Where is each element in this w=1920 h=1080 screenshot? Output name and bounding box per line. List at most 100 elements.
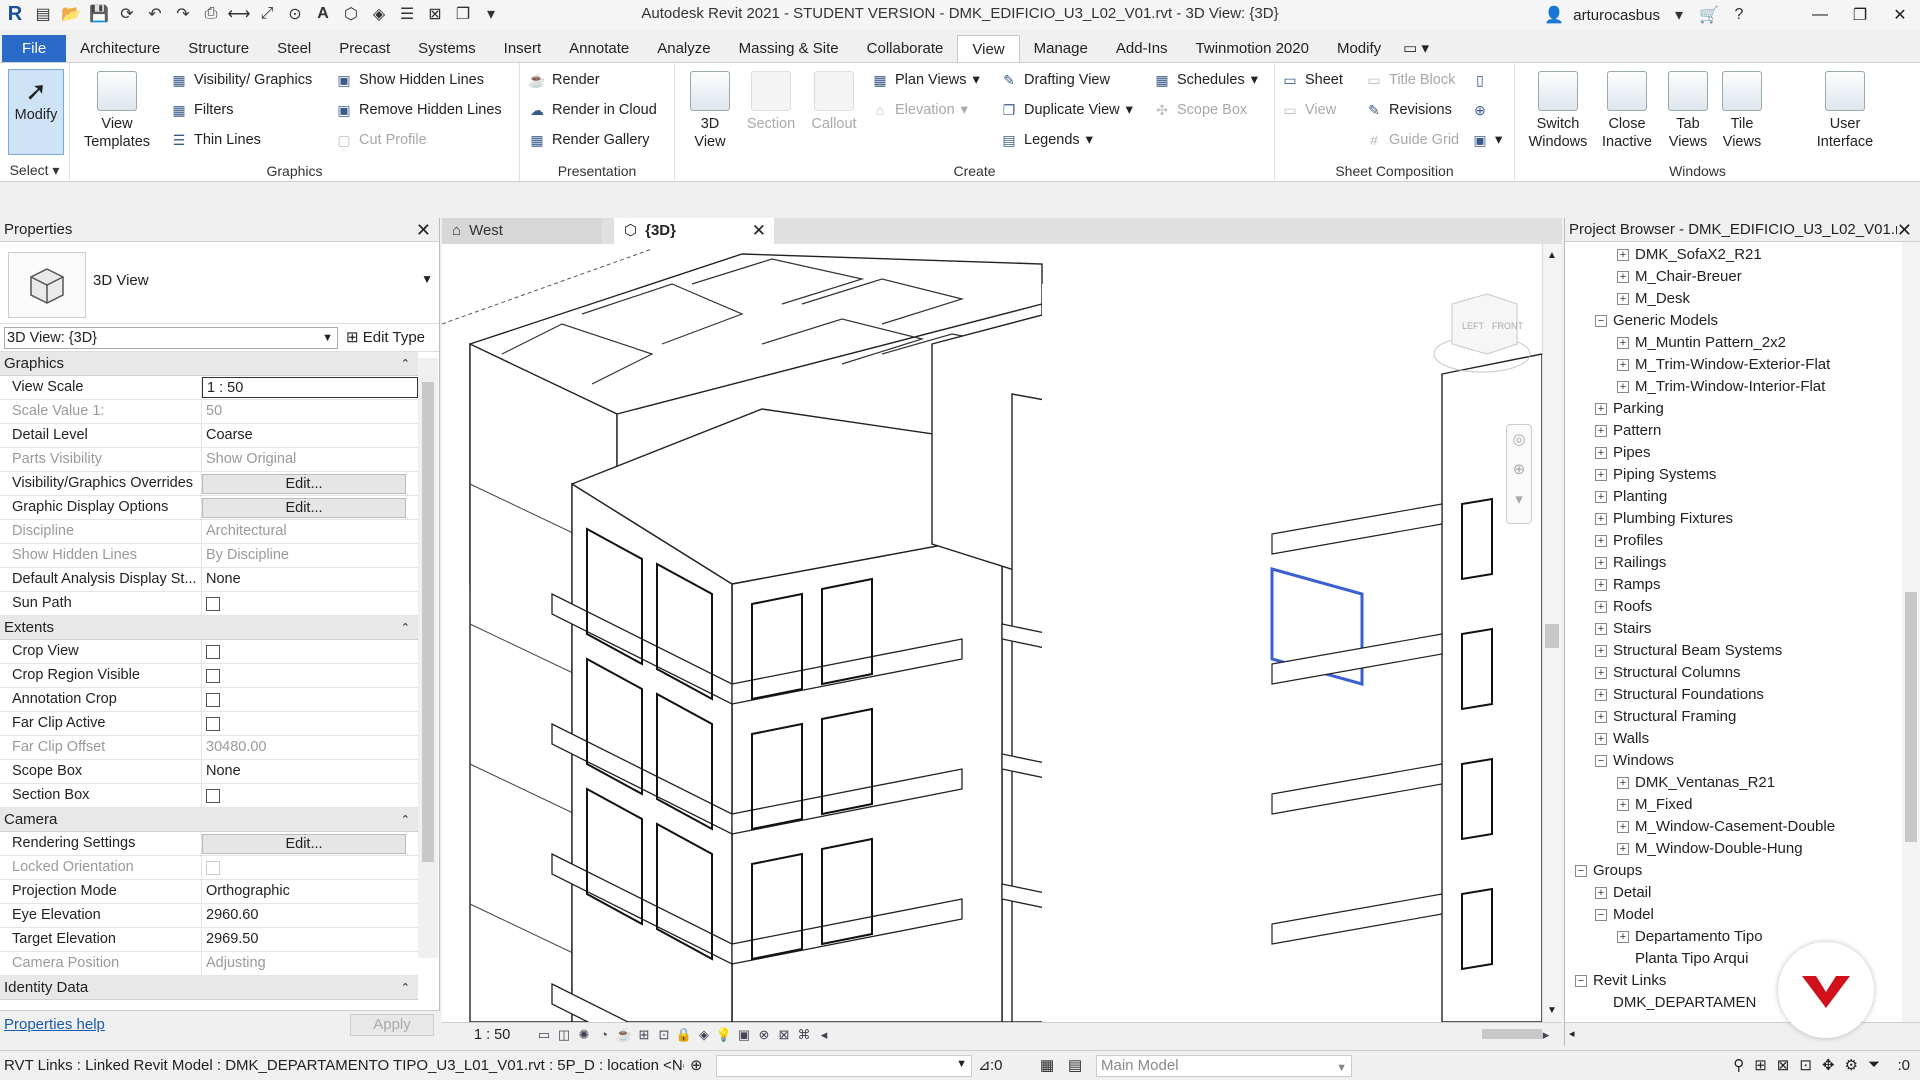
tree-item[interactable]: + Structural Columns [1595,662,1741,684]
collapse-icon[interactable]: − [1575,865,1587,877]
annotation-crop-checkbox[interactable] [206,693,220,707]
sheet-button[interactable]: ▭ Sheet [1281,71,1343,89]
tree-item[interactable]: + Ramps [1595,574,1661,596]
3d-view-button[interactable]: 3D View [685,71,735,151]
expand-icon[interactable]: + [1595,645,1607,657]
section-icon[interactable]: ◈ [368,3,390,25]
sun-path-icon[interactable]: ✺ [574,1026,594,1044]
scroll-thumb[interactable] [422,382,434,862]
expand-icon[interactable]: + [1617,293,1629,305]
expand-icon[interactable]: + [1595,623,1607,635]
expand-icon[interactable]: + [1595,513,1607,525]
tree-item[interactable]: − Model [1595,904,1654,926]
scroll-right-icon[interactable]: ▸ [1536,1026,1556,1044]
visual-style-icon[interactable]: ◫ [554,1026,574,1044]
tree-item[interactable]: − Windows [1595,750,1674,772]
cut-profile-button[interactable]: ▢ Cut Profile [335,131,426,149]
expand-icon[interactable]: + [1617,843,1629,855]
tree-item[interactable]: + Stairs [1595,618,1651,640]
expand-icon[interactable]: + [1617,821,1629,833]
sync-icon[interactable]: ⟳ [116,3,138,25]
expand-icon[interactable]: + [1617,777,1629,789]
viewports-button[interactable]: ▣ ▾ [1471,131,1502,149]
restore-icon[interactable]: ❐ [1840,0,1880,30]
expand-icon[interactable]: + [1595,667,1607,679]
tree-item[interactable]: + M_Trim-Window-Interior-Flat [1617,376,1825,398]
minimize-icon[interactable]: — [1800,0,1840,30]
expand-icon[interactable]: + [1595,733,1607,745]
expand-icon[interactable]: + [1595,491,1607,503]
place-view-button[interactable]: ▭ View [1281,101,1336,119]
tree-item[interactable]: + Profiles [1595,530,1663,552]
tree-item[interactable]: Planta Tipo Arqui [1617,948,1748,970]
help-icon[interactable]: ? [1728,4,1750,26]
tree-item[interactable]: + Piping Systems [1595,464,1716,486]
sun-path-checkbox[interactable] [206,597,220,611]
tab-manage[interactable]: Manage [1020,35,1102,62]
tab-collaborate[interactable]: Collaborate [853,35,958,62]
close-icon[interactable]: ✕ [752,218,766,244]
tab-insert[interactable]: Insert [490,35,556,62]
prop-parts-visibility[interactable]: Parts Visibility Show Original [0,448,418,472]
revit-logo-icon[interactable]: R [4,3,26,25]
duplicate-view-button[interactable]: ❐ Duplicate View ▾ [1000,101,1133,119]
edit-type-button[interactable]: ⊞ Edit Type [346,328,425,346]
tree-item[interactable]: + Structural Foundations [1595,684,1764,706]
section-identity-data[interactable]: Identity Data ⌃ [0,976,418,1000]
tab-twinmotion[interactable]: Twinmotion 2020 [1182,35,1323,62]
user-icon[interactable]: 👤 [1543,4,1565,26]
far-clip-checkbox[interactable] [206,717,220,731]
tab-file[interactable]: File [2,35,67,62]
shadows-icon[interactable]: ◔ [594,1026,614,1044]
expand-icon[interactable]: + [1595,403,1607,415]
type-selector[interactable]: 3D View ▼ [0,242,439,324]
crop-view-icon[interactable]: ⊞ [634,1026,654,1044]
select-dropdown[interactable]: Select ▾ [0,162,69,179]
tab-structure[interactable]: Structure [174,35,263,62]
crop-region-visible-checkbox[interactable] [206,669,220,683]
chevron-down-icon[interactable]: ▾ [1668,4,1690,26]
active-workset-select[interactable]: ▼ [716,1055,972,1077]
tree-item[interactable]: + Pipes [1595,442,1651,464]
rendering-settings-edit-button[interactable]: Edit... [202,834,406,854]
scroll-thumb[interactable] [1905,592,1917,842]
section-camera[interactable]: Camera ⌃ [0,808,418,832]
tree-item[interactable]: + Departamento Tipo [1617,926,1763,948]
tree-item[interactable]: + Walls [1595,728,1649,750]
design-option-select[interactable]: Main Model ▼ [1096,1055,1352,1077]
crop-region-icon[interactable]: ⊡ [654,1026,674,1044]
view-scale-input[interactable]: 1 : 50 [202,377,418,398]
save-icon[interactable]: 💾 [88,3,110,25]
prop-camera-position[interactable]: Camera Position Adjusting [0,952,418,976]
vg-overrides-edit-button[interactable]: Edit... [202,474,406,494]
expand-icon[interactable]: + [1595,887,1607,899]
measure-icon[interactable]: ⟷ [228,3,251,25]
thin-lines-icon[interactable]: ☰ [396,3,418,25]
scroll-thumb[interactable] [1482,1029,1542,1039]
filters-button[interactable]: ▦ Filters [170,101,233,119]
background-processes-icon[interactable]: ⚙ [1845,1056,1858,1074]
render-button[interactable]: ☕ Render [528,71,599,89]
close-inactive-button[interactable]: Close Inactive [1597,71,1657,151]
close-icon[interactable]: ✕ [416,218,431,242]
canvas-vertical-scrollbar[interactable]: ▲ ▼ [1542,244,1562,1022]
tab-steel[interactable]: Steel [263,35,325,62]
chevron-down-icon[interactable]: ▼ [421,272,433,286]
prop-target-elevation[interactable]: Target Elevation 2969.50 [0,928,418,952]
ribbon-minimize-toggle[interactable]: ▭ ▾ [1395,35,1437,62]
open-icon[interactable]: 📂 [60,3,82,25]
tab-add-ins[interactable]: Add-Ins [1102,35,1182,62]
tab-precast[interactable]: Precast [325,35,404,62]
view-templates-button[interactable]: View Templates [82,71,152,151]
expand-icon[interactable]: + [1595,535,1607,547]
steering-wheel-icon[interactable]: ◎ [1507,425,1531,455]
graphic-display-edit-button[interactable]: Edit... [202,498,406,518]
section-box-checkbox[interactable] [206,789,220,803]
collapse-icon[interactable]: − [1595,909,1607,921]
editable-only-icon[interactable]: ⊿ [978,1056,991,1074]
expand-icon[interactable]: + [1617,249,1629,261]
3d-view-canvas[interactable]: LEFT FRONT ◎ ⊕ ▾ [442,244,1542,1022]
section-extents[interactable]: Extents ⌃ [0,616,418,640]
worksets-icon[interactable]: ⊕ [690,1056,703,1074]
redo-icon[interactable]: ↷ [172,3,194,25]
